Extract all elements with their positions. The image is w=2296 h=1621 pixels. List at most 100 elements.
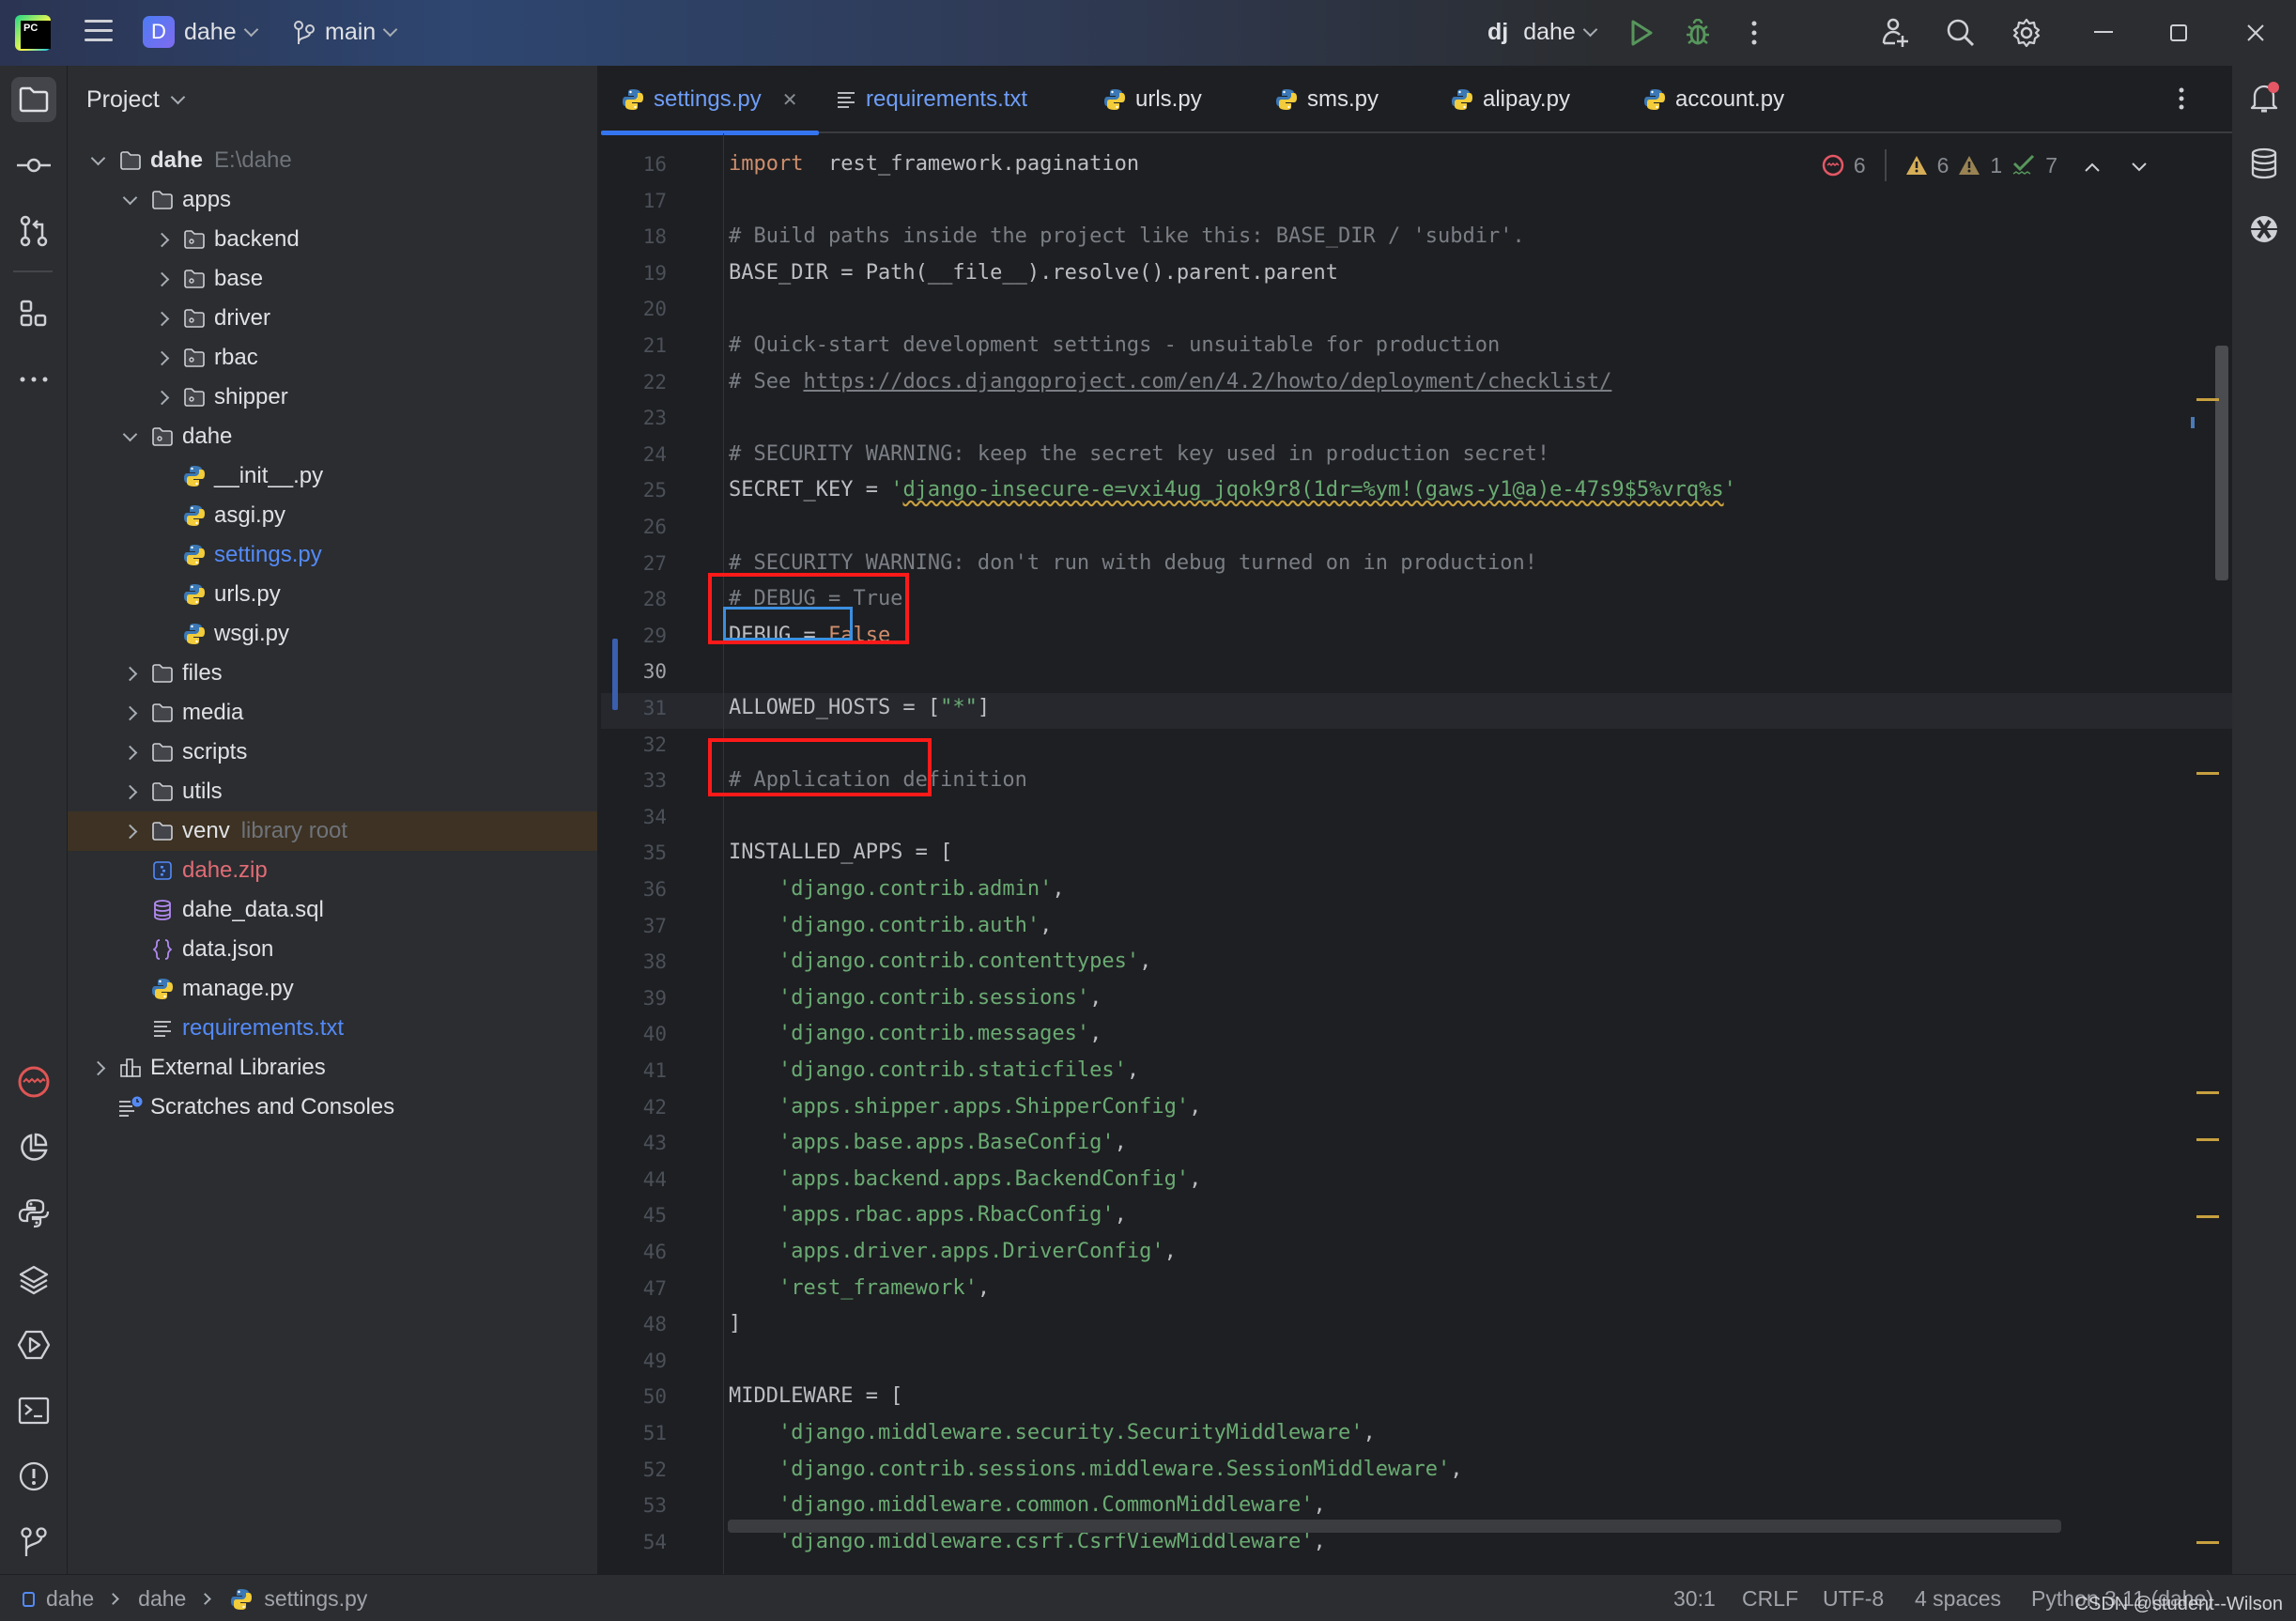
profiler-tool-button[interactable] — [11, 1059, 56, 1104]
pycharm-logo[interactable] — [15, 15, 51, 51]
breadcrumb-item[interactable]: settings.py — [264, 1586, 367, 1612]
code-line[interactable]: INSTALLED_APPS = [ — [729, 835, 2212, 871]
code-line[interactable]: 'django.contrib.staticfiles', — [729, 1053, 2212, 1088]
tree-item[interactable]: manage.py — [68, 969, 597, 1009]
tree-item[interactable]: data.json — [68, 930, 597, 969]
debug-button[interactable] — [1679, 14, 1717, 52]
chevron-right-icon[interactable] — [120, 664, 139, 683]
chevron-right-icon[interactable] — [120, 822, 139, 841]
code-line[interactable]: # Build paths inside the project like th… — [729, 219, 2212, 255]
problems-tool-button[interactable] — [11, 1454, 56, 1499]
chevron-right-icon[interactable] — [120, 703, 139, 722]
line-separator[interactable]: CRLF — [1742, 1586, 1798, 1612]
code-line[interactable]: 'django.middleware.security.SecurityMidd… — [729, 1415, 2212, 1451]
tree-item[interactable]: __init__.py — [68, 456, 597, 496]
project-switcher[interactable]: D dahe — [143, 16, 258, 48]
chevron-right-icon[interactable] — [120, 743, 139, 762]
tree-item[interactable]: apps — [68, 180, 597, 220]
code-with-me-button[interactable] — [1876, 14, 1914, 52]
project-view-selector[interactable]: Project — [86, 86, 186, 114]
indent-setting[interactable]: 4 spaces — [1915, 1586, 2001, 1612]
file-encoding[interactable]: UTF-8 — [1823, 1586, 1884, 1612]
code-line[interactable]: 'apps.rbac.apps.RbacConfig', — [729, 1197, 2212, 1233]
coverage-tool-button[interactable] — [11, 1125, 56, 1170]
run-config-selector[interactable]: dj dahe — [1487, 19, 1598, 46]
code-line[interactable]: 'apps.backend.apps.BackendConfig', — [729, 1162, 2212, 1197]
code-line[interactable]: ALLOWED_HOSTS = ["*"] — [729, 690, 2212, 726]
tree-item[interactable]: venv library root — [68, 811, 597, 851]
tree-item[interactable]: requirements.txt — [68, 1009, 597, 1048]
editor-tab[interactable]: account.py — [1643, 66, 1784, 133]
tree-item[interactable]: dahe E:\dahe — [68, 141, 597, 180]
code-line[interactable]: 'django.contrib.contenttypes', — [729, 944, 2212, 980]
sciview-tool-button[interactable] — [2242, 207, 2287, 252]
maximize-button[interactable] — [2160, 14, 2197, 52]
code-line[interactable]: 'django.contrib.sessions', — [729, 980, 2212, 1016]
structure-tool-button[interactable] — [11, 291, 56, 336]
chevron-right-icon[interactable] — [88, 1058, 107, 1077]
tree-item[interactable]: External Libraries — [68, 1048, 597, 1088]
hamburger-menu-icon[interactable] — [85, 20, 113, 44]
tree-item[interactable]: rbac — [68, 338, 597, 378]
vertical-scrollbar-thumb[interactable] — [2215, 346, 2228, 580]
inspection-widget[interactable]: 6 6 1 7 — [1822, 147, 2148, 184]
commit-tool-button[interactable] — [11, 143, 56, 188]
tree-item[interactable]: shipper — [68, 378, 597, 417]
code-line[interactable] — [729, 799, 2212, 835]
minimize-button[interactable] — [2085, 14, 2122, 52]
breadcrumb-item[interactable]: dahe — [46, 1586, 94, 1612]
code-line[interactable]: 'rest_framework', — [729, 1271, 2212, 1306]
editor-tab[interactable]: alipay.py — [1451, 66, 1570, 133]
settings-button[interactable] — [2008, 14, 2045, 52]
tree-item[interactable]: driver — [68, 299, 597, 338]
close-window-button[interactable] — [2237, 14, 2274, 52]
terminal-tool-button[interactable] — [11, 1388, 56, 1433]
code-line[interactable]: 'apps.driver.apps.DriverConfig', — [729, 1234, 2212, 1270]
code-line[interactable]: # DEBUG = True — [729, 581, 2212, 617]
code-line[interactable]: SECRET_KEY = 'django-insecure-e=vxi4ug_j… — [729, 472, 2212, 508]
chevron-right-icon[interactable] — [152, 270, 171, 288]
code-line[interactable] — [729, 400, 2212, 436]
tree-item[interactable]: Scratches and Consoles — [68, 1088, 597, 1127]
tree-item[interactable]: urls.py — [68, 575, 597, 614]
warning-marker[interactable] — [2196, 1091, 2219, 1094]
code-line[interactable]: BASE_DIR = Path(__file__).resolve().pare… — [729, 255, 2212, 291]
code-line[interactable] — [729, 183, 2212, 219]
tab-options-button[interactable] — [2178, 86, 2185, 116]
editor-tab[interactable]: settings.py ✕ — [601, 66, 818, 135]
code-line[interactable]: 'django.contrib.messages', — [729, 1016, 2212, 1052]
tree-item[interactable]: dahe.zip — [68, 851, 597, 890]
horizontal-scrollbar-thumb[interactable] — [728, 1520, 2061, 1533]
previous-highlight-button[interactable] — [2084, 153, 2101, 178]
python-console-tool-button[interactable] — [11, 1191, 56, 1236]
tree-item[interactable]: wsgi.py — [68, 614, 597, 654]
code-line[interactable]: 'django.contrib.sessions.middleware.Sess… — [729, 1452, 2212, 1488]
chevron-down-icon[interactable] — [120, 191, 139, 209]
code-line[interactable]: # SECURITY WARNING: don't run with debug… — [729, 546, 2212, 581]
warning-marker[interactable] — [2196, 398, 2219, 401]
branch-switcher[interactable]: main — [293, 19, 398, 46]
code-line[interactable]: DEBUG = False — [729, 618, 2212, 654]
code-line[interactable] — [729, 654, 2212, 689]
tree-item[interactable]: dahe_data.sql — [68, 890, 597, 930]
search-everywhere-button[interactable] — [1942, 14, 1980, 52]
notifications-button[interactable] — [2242, 75, 2287, 120]
tree-item[interactable]: asgi.py — [68, 496, 597, 535]
warning-marker[interactable] — [2196, 1215, 2219, 1218]
warning-marker[interactable] — [2196, 1541, 2219, 1544]
database-tool-button[interactable] — [2242, 141, 2287, 186]
breadcrumb-item[interactable]: dahe — [138, 1586, 186, 1612]
code-line[interactable]: # Quick-start development settings - uns… — [729, 328, 2212, 363]
code-line[interactable]: # See https://docs.djangoproject.com/en/… — [729, 364, 2212, 400]
warning-marker[interactable] — [2196, 1138, 2219, 1141]
code-line[interactable]: # Application definition — [729, 763, 2212, 798]
change-marker[interactable] — [2191, 417, 2195, 428]
caret-position[interactable]: 30:1 — [1673, 1586, 1716, 1612]
tree-item[interactable]: scripts — [68, 733, 597, 772]
more-actions-button[interactable] — [1735, 14, 1773, 52]
editor-tab[interactable]: sms.py — [1275, 66, 1379, 133]
chevron-right-icon[interactable] — [152, 309, 171, 328]
tree-item[interactable]: files — [68, 654, 597, 693]
tree-item[interactable]: base — [68, 259, 597, 299]
code-content[interactable]: import rest_framework.pagination # Build … — [723, 133, 2226, 1598]
